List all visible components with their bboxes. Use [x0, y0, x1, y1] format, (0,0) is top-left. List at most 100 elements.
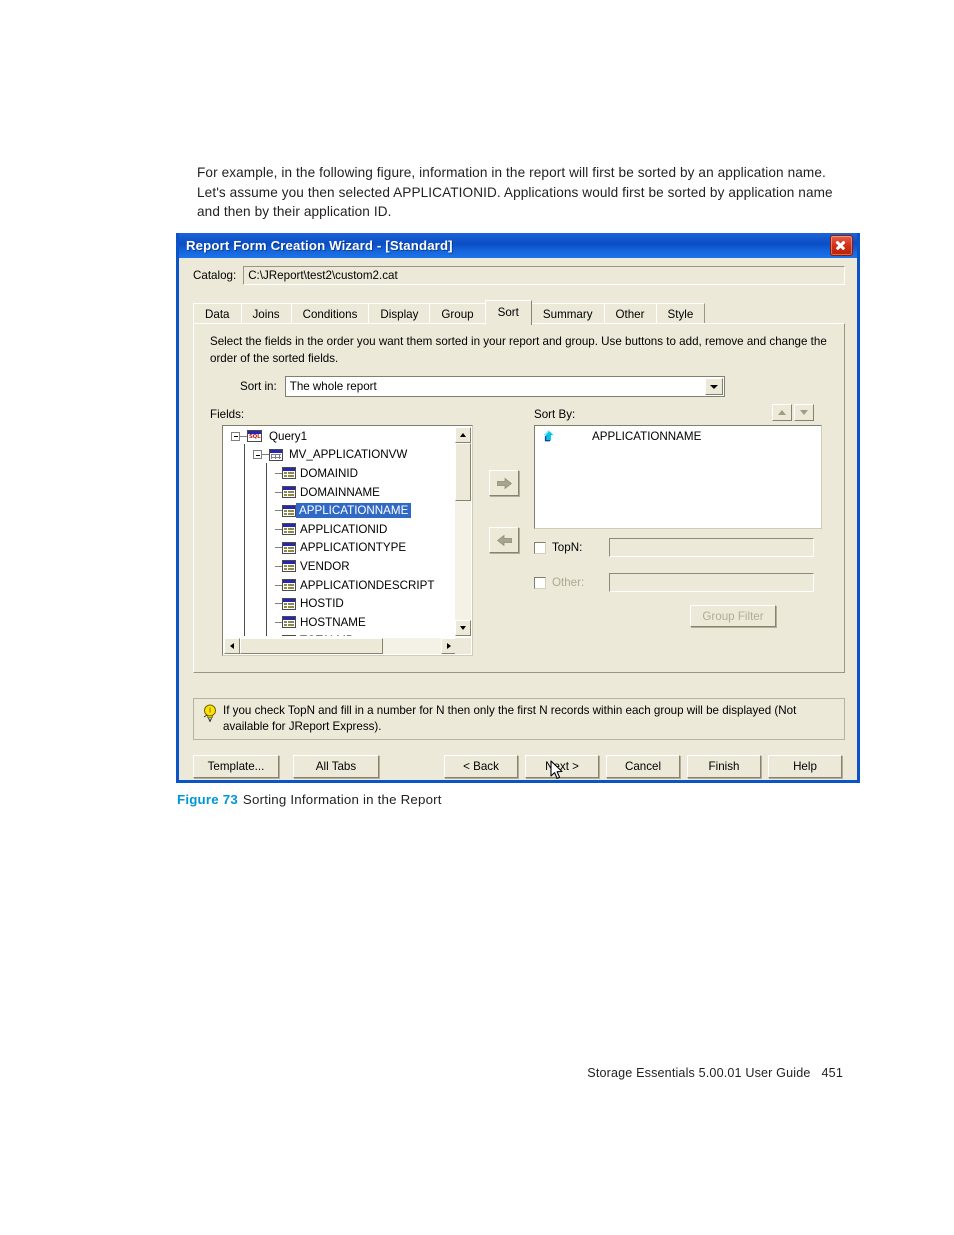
catalog-label: Catalog: [193, 269, 237, 282]
field-icon [282, 467, 296, 480]
topn-row: TopN: [534, 538, 814, 557]
tab-other[interactable]: Other [603, 303, 657, 324]
fields-tree-viewport: SQL Query1 MV_APPLICATIONVW DOMAINID DOM… [224, 427, 440, 636]
tree-item-label: VENDOR [300, 559, 350, 573]
page-footer: Storage Essentials 5.00.01 User Guide 451 [0, 1066, 843, 1080]
scroll-thumb[interactable] [240, 638, 383, 654]
field-icon [282, 616, 296, 629]
tab-joins[interactable]: Joins [240, 303, 292, 324]
tree-item-label: MV_APPLICATIONVW [289, 448, 408, 462]
tree-horizontal-scrollbar[interactable] [224, 638, 457, 654]
scroll-down-icon[interactable] [455, 620, 471, 636]
scroll-thumb[interactable] [455, 443, 471, 501]
remove-field-button[interactable] [489, 527, 519, 553]
add-field-button[interactable] [489, 470, 519, 496]
tree-item-label: Query1 [269, 429, 308, 443]
sort-in-select[interactable]: The whole report [284, 376, 725, 397]
tree-item-domainname[interactable]: DOMAINNAME [224, 483, 440, 502]
field-icon [282, 504, 296, 517]
tab-group[interactable]: Group [429, 303, 486, 324]
sort-instructions: Select the fields in the order you want … [210, 335, 827, 365]
tree-item-domainid[interactable]: DOMAINID [224, 464, 440, 483]
tree-item-applicationname[interactable]: APPLICATIONNAME [224, 501, 440, 520]
move-down-button[interactable] [794, 404, 814, 421]
dialog-titlebar: Report Form Creation Wizard - [Standard] [179, 233, 857, 258]
chevron-down-icon[interactable] [704, 378, 723, 395]
cancel-button[interactable]: Cancel [606, 755, 680, 778]
back-button[interactable]: < Back [444, 755, 518, 778]
sort-tab-panel: Select the fields in the order you want … [193, 323, 845, 673]
field-icon [282, 523, 296, 536]
tree-item-applicationtype[interactable]: APPLICATIONTYPE [224, 539, 440, 558]
move-up-button[interactable] [772, 404, 792, 421]
tab-summary[interactable]: Summary [530, 303, 605, 324]
field-icon [282, 486, 296, 499]
tab-conditions[interactable]: Conditions [290, 303, 370, 324]
sort-by-item[interactable]: APPLICATIONNAME [535, 426, 821, 446]
page-number: 451 [821, 1066, 843, 1080]
tab-display[interactable]: Display [368, 303, 431, 324]
sort-by-label: Sort By: [534, 408, 576, 421]
scroll-left-icon[interactable] [224, 638, 240, 654]
tree-item-applicationid[interactable]: APPLICATIONID [224, 520, 440, 539]
sort-order-buttons [772, 404, 814, 421]
sort-by-item-label: APPLICATIONNAME [592, 429, 702, 443]
tree-item-hostid[interactable]: HOSTID [224, 594, 440, 613]
sort-in-value: The whole report [289, 380, 377, 393]
other-row: Other: [534, 573, 814, 592]
topn-checkbox[interactable] [534, 541, 546, 554]
tree-item-label: APPLICATIONTYPE [300, 541, 407, 555]
tree-item-label: APPLICATIONDESCRIPT [300, 578, 435, 592]
field-icon [282, 541, 296, 554]
dialog-title: Report Form Creation Wizard - [Standard] [186, 238, 453, 253]
dialog-body: Catalog: C:\JReport\test2\custom2.cat Da… [179, 258, 857, 780]
tree-item-hostname[interactable]: HOSTNAME [224, 613, 440, 632]
topn-label: TopN: [552, 541, 583, 554]
figure-caption-text: Sorting Information in the Report [242, 792, 442, 807]
tree-item-mv-applicationvw[interactable]: MV_APPLICATIONVW [224, 446, 440, 465]
catalog-row: Catalog: C:\JReport\test2\custom2.cat [193, 266, 845, 285]
other-checkbox[interactable] [534, 576, 546, 589]
sort-in-row: Sort in: The whole report [240, 376, 725, 397]
footer-title: Storage Essentials 5.00.01 User Guide [587, 1066, 811, 1080]
help-button[interactable]: Help [768, 755, 842, 778]
all-tabs-button[interactable]: All Tabs [293, 755, 379, 778]
next-button[interactable]: Next > [525, 755, 599, 778]
table-view-icon [269, 448, 283, 461]
tab-data[interactable]: Data [193, 303, 242, 324]
tree-item-totalmb[interactable]: TOTALMB [224, 632, 440, 636]
field-icon [282, 579, 296, 592]
tree-item-label: HOSTID [300, 597, 344, 611]
tree-item-label: DOMAINNAME [300, 485, 380, 499]
catalog-path-field[interactable]: C:\JReport\test2\custom2.cat [243, 266, 845, 285]
sort-in-label: Sort in: [240, 380, 277, 393]
fields-tree[interactable]: SQL Query1 MV_APPLICATIONVW DOMAINID DOM… [222, 425, 473, 656]
figure-number: Figure 73 [177, 792, 238, 807]
topn-input[interactable] [609, 538, 814, 557]
group-filter-button: Group Filter [690, 605, 776, 627]
scroll-up-icon[interactable] [455, 427, 471, 443]
close-icon[interactable] [830, 235, 853, 256]
sort-by-list[interactable]: APPLICATIONNAME [534, 425, 822, 529]
sort-ascending-icon [543, 430, 554, 442]
tree-vertical-scrollbar[interactable] [455, 427, 471, 636]
tab-sort[interactable]: Sort [484, 300, 532, 325]
collapse-icon[interactable] [253, 450, 262, 460]
template-button[interactable]: Template... [193, 755, 279, 778]
tree-item-label: APPLICATIONNAME [296, 503, 412, 519]
scroll-track[interactable] [455, 443, 471, 620]
collapse-icon[interactable] [231, 431, 240, 441]
tree-item-vendor[interactable]: VENDOR [224, 557, 440, 576]
report-form-creation-wizard-dialog: Report Form Creation Wizard - [Standard]… [176, 233, 860, 783]
tree-item-label: DOMAINID [300, 466, 358, 480]
arrow-left-icon [496, 534, 512, 546]
dialog-button-row: Template... All Tabs < Back Next > Cance… [193, 755, 847, 779]
finish-button[interactable]: Finish [687, 755, 761, 778]
field-icon [282, 634, 296, 636]
scroll-track[interactable] [240, 638, 441, 654]
field-icon [282, 597, 296, 610]
tree-item-applicationdescription[interactable]: APPLICATIONDESCRIPT [224, 576, 440, 595]
figure-caption: Figure 73 Sorting Information in the Repo… [177, 792, 442, 807]
tab-style[interactable]: Style [655, 303, 706, 324]
tree-item-query1[interactable]: SQL Query1 [224, 427, 440, 446]
